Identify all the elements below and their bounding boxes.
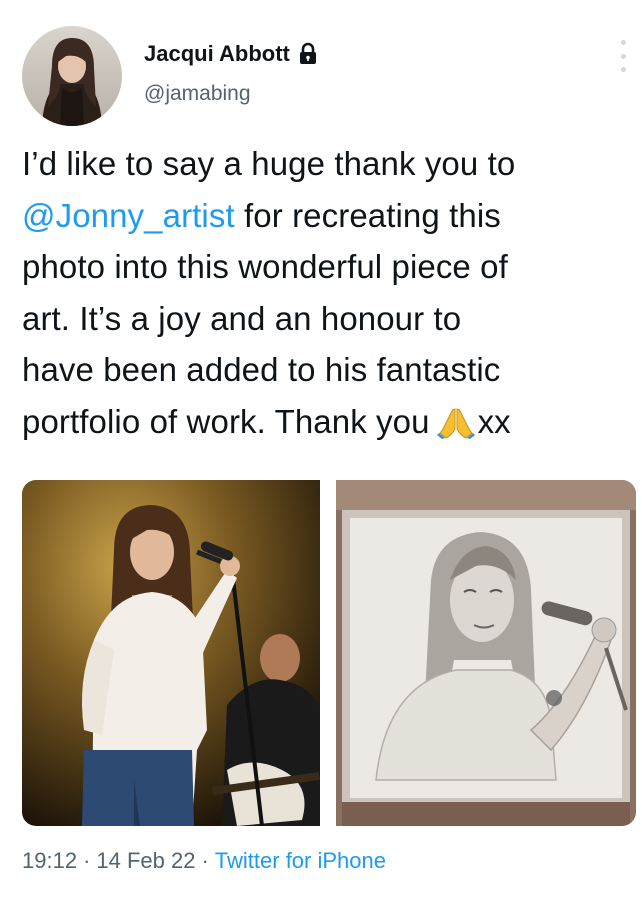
tweet-meta: 19:12 · 14 Feb 22 · Twitter for iPhone — [22, 848, 386, 874]
media-photo-concert[interactable] — [22, 480, 320, 826]
tweet-line-text: for recreating this — [234, 196, 501, 234]
media-photo-drawing[interactable] — [336, 480, 636, 826]
tweet-line: @Jonny_artist for recreating this — [22, 190, 634, 242]
avatar[interactable] — [22, 26, 122, 126]
tweet-text: I’d like to say a huge thank you to @Jon… — [22, 138, 634, 453]
tweet-time[interactable]: 19:12 — [22, 848, 77, 874]
tweet-line-text: xx — [477, 402, 511, 440]
meta-separator: · — [83, 848, 91, 873]
tweet-source-link[interactable]: Twitter for iPhone — [215, 848, 386, 874]
meta-separator: · — [201, 848, 209, 873]
more-options-icon[interactable] — [618, 40, 628, 72]
tweet-line: I’d like to say a huge thank you to — [22, 145, 516, 182]
author-handle[interactable]: @jamabing — [144, 82, 251, 106]
mention-link[interactable]: @Jonny_artist — [22, 197, 235, 234]
tweet-line: photo into this wonderful piece of — [22, 248, 508, 285]
tweet-date[interactable]: 14 Feb 22 — [96, 848, 195, 874]
author-name[interactable]: Jacqui Abbott — [144, 41, 290, 67]
folded-hands-icon — [436, 402, 476, 454]
tweet-line-text: portfolio of work. Thank you — [22, 402, 430, 440]
tweet-line: portfolio of work. Thank you xx — [22, 396, 634, 454]
tweet-line: have been added to his fantastic — [22, 351, 501, 388]
lock-icon — [296, 42, 320, 66]
author-name-row: Jacqui Abbott — [144, 38, 320, 70]
tweet-line: art. It’s a joy and an honour to — [22, 299, 462, 337]
